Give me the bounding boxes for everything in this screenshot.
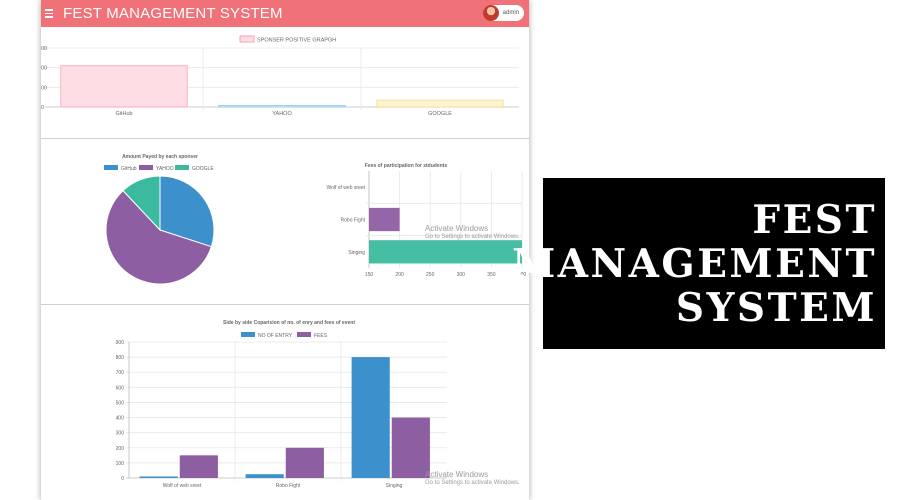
watermark-line1: Activate Windows	[425, 224, 489, 233]
y-tick-label: 700	[116, 370, 125, 376]
bar	[369, 207, 400, 232]
top-navbar: FEST MANAGEMENT SYSTEM admin	[41, 0, 529, 27]
x-tick-label: 250	[426, 272, 435, 278]
x-tick-label: GOOGLE	[428, 111, 452, 117]
sponsor-chart-panel: SPONSER POSITIVE GRAPGH 00 00 00 0 GitHub YAHO…	[41, 27, 529, 137]
y-tick-label: 800	[116, 355, 125, 361]
app-title: FEST MANAGEMENT SYSTEM	[63, 5, 283, 22]
y-tick-label: 00	[41, 85, 47, 91]
legend-label: NO OF ENTRY	[258, 333, 293, 339]
x-tick-label: Singing	[386, 483, 403, 489]
y-tick-label: 0	[41, 105, 44, 111]
legend-swatch	[297, 332, 311, 337]
y-tick-label: 600	[116, 385, 125, 391]
banner-line-1: FEST	[752, 196, 877, 243]
y-tick-label: 00	[41, 66, 47, 72]
bar	[376, 99, 504, 108]
bar	[218, 105, 346, 108]
bar	[351, 357, 390, 478]
sponsor-bar-chart: SPONSER POSITIVE GRAPGH0000000GitHub YAHO…	[41, 35, 519, 117]
legend-label: GOOGLE	[192, 166, 214, 172]
x-tick-label: YAHOO	[272, 111, 292, 117]
user-profile-button[interactable]: admin	[482, 5, 524, 21]
x-tick-label: 300	[457, 272, 466, 278]
x-tick-label: GitHub	[115, 111, 132, 117]
watermark-line2: Go to Settings to activate Windows.	[425, 234, 520, 240]
legend-label: SPONSER POSITIVE GRAPGH	[257, 38, 336, 44]
legend-swatch	[239, 35, 255, 43]
x-tick-label: Wolf of web sreet	[163, 483, 202, 489]
legend-label: FEES	[314, 333, 328, 339]
watermark-line1: Activate Windows	[425, 470, 489, 479]
bar	[285, 447, 324, 478]
bar	[391, 417, 430, 478]
username: admin	[502, 10, 519, 16]
y-tick-label: 200	[116, 446, 125, 452]
avatar	[482, 5, 499, 21]
watermark-line2: Go to Settings to activate Windows.	[425, 480, 520, 486]
sponsor-pie-chart: Amount Payed by each sponser GitHub YAHOO G…	[104, 154, 215, 285]
legend-swatch	[139, 165, 153, 170]
middle-charts-panel: Amount Payed by each sponser GitHub YAHOO G…	[41, 138, 529, 304]
x-tick-label: 200	[395, 272, 404, 278]
title-banner: FEST MANAGEMENT SYSTEM	[512, 178, 885, 349]
y-tick-label: 300	[116, 431, 125, 437]
watermark-middle: Activate Windows Go to Settings to activ…	[425, 224, 520, 242]
x-tick-label: 150	[365, 272, 374, 278]
bar	[369, 240, 522, 264]
fees-horizontal-bar-chart: Fees of participation for stdudents 150 20…	[326, 163, 526, 278]
bar	[60, 65, 188, 108]
x-tick-label: Robo Fight	[276, 483, 301, 489]
banner-line-2: MANAGEMENT	[512, 240, 877, 287]
legend-swatch	[175, 165, 189, 170]
bar	[245, 474, 284, 478]
bar	[139, 476, 178, 478]
y-tick-label: 00	[41, 46, 47, 52]
chart-title: Amount Payed by each sponser	[122, 154, 198, 160]
watermark-bottom: Activate Windows Go to Settings to activ…	[425, 470, 520, 488]
app-window: FEST MANAGEMENT SYSTEM admin SPONSER POS…	[41, 0, 529, 500]
chart-title: Fees of participation for stdudents	[365, 163, 447, 169]
y-tick-label: Robo Fight	[341, 218, 366, 224]
y-tick-label: 100	[116, 461, 125, 467]
legend-swatch	[241, 332, 255, 337]
x-tick-label: 350	[487, 272, 496, 278]
bar	[179, 455, 218, 478]
legend-swatch	[104, 165, 118, 170]
y-tick-label: 900	[116, 340, 125, 346]
y-tick-label: 400	[116, 416, 125, 422]
hamburger-menu-icon[interactable]	[45, 0, 57, 27]
y-tick-label: 500	[116, 400, 125, 406]
chart-title: Side by side Coparision of no. of enry a…	[223, 320, 355, 326]
y-tick-label: Singing	[348, 250, 365, 256]
banner-line-3: SYSTEM	[675, 284, 877, 331]
legend-label: YAHOO	[156, 166, 174, 172]
y-tick-label: Wolf of web sreet	[326, 185, 365, 191]
legend-label: GitHub	[121, 166, 137, 172]
y-tick-label: 0	[121, 476, 124, 482]
